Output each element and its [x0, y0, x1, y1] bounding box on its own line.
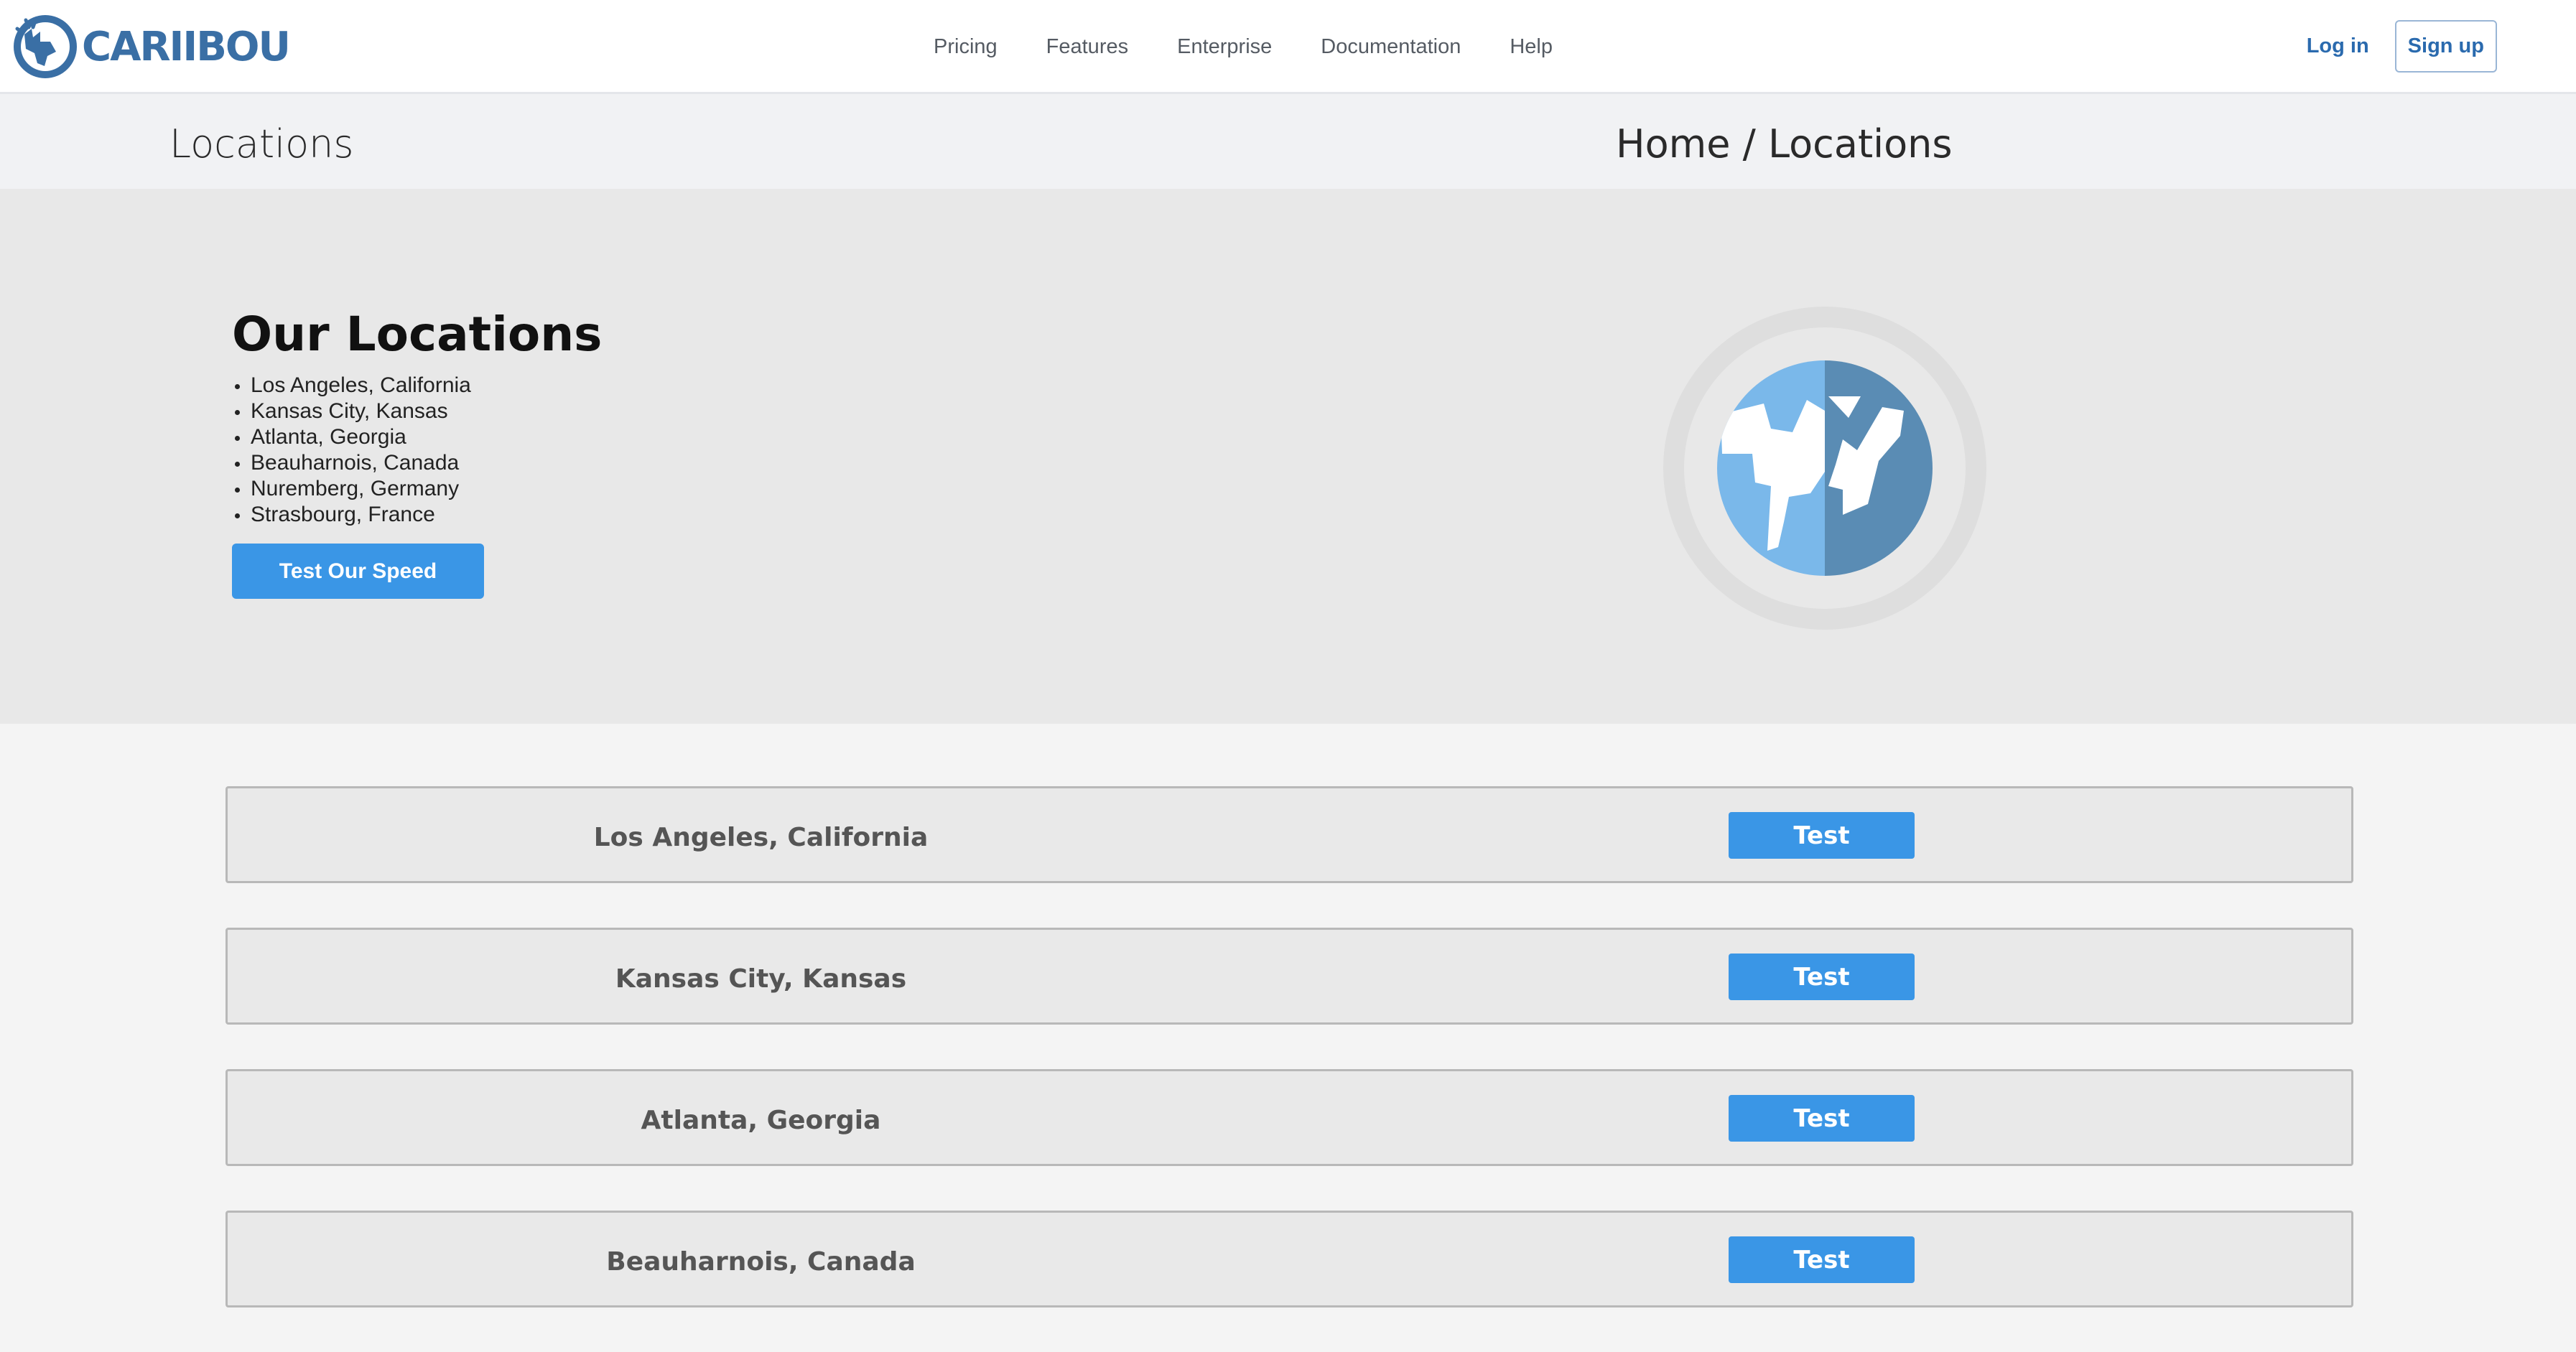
location-name: Atlanta, Georgia [641, 1106, 881, 1135]
nav-help[interactable]: Help [1510, 35, 1553, 59]
main-nav: Pricing Features Enterprise Documentatio… [934, 29, 1553, 65]
locations-list: Los Angeles, California Kansas City, Kan… [232, 373, 471, 528]
nav-features[interactable]: Features [1046, 35, 1128, 59]
list-item: Los Angeles, California [235, 373, 471, 397]
nav-pricing[interactable]: Pricing [934, 35, 998, 59]
nav-enterprise[interactable]: Enterprise [1177, 35, 1272, 59]
list-item: Nuremberg, Germany [235, 476, 471, 502]
nav-documentation[interactable]: Documentation [1321, 35, 1461, 59]
table-row: Atlanta, Georgia Test [225, 1069, 2353, 1166]
test-button[interactable]: Test [1729, 954, 1915, 1000]
table-row: Kansas City, Kansas Test [225, 928, 2353, 1025]
login-link[interactable]: Log in [2307, 34, 2369, 58]
test-button[interactable]: Test [1729, 1236, 1915, 1283]
test-button[interactable]: Test [1729, 1095, 1915, 1142]
logo[interactable]: CARIIBOU [11, 13, 291, 80]
brand-name: CARIIBOU [82, 23, 291, 70]
location-name: Los Angeles, California [593, 823, 929, 852]
table-row: Beauharnois, Canada Test [225, 1211, 2353, 1307]
list-item: Atlanta, Georgia [235, 424, 471, 450]
list-item: Strasbourg, France [235, 502, 471, 528]
location-name: Kansas City, Kansas [615, 964, 907, 994]
auth-links: Log in Sign up [2307, 20, 2497, 73]
signup-button[interactable]: Sign up [2394, 20, 2497, 73]
top-navbar: CARIIBOU Pricing Features Enterprise Doc… [0, 0, 2576, 94]
table-row: Los Angeles, California Test [225, 786, 2353, 883]
hero-section: Our Locations Los Angeles, California Ka… [0, 189, 2576, 724]
test-button[interactable]: Test [1729, 812, 1915, 859]
location-name: Beauharnois, Canada [606, 1247, 916, 1277]
breadcrumb: Home / Locations [1616, 121, 1953, 167]
hero-title: Our Locations [232, 307, 603, 362]
test-speed-button[interactable]: Test Our Speed [232, 544, 484, 599]
globe-icon [1663, 307, 1986, 630]
caribou-logo-icon [14, 15, 77, 78]
locations-table: Los Angeles, California Test Kansas City… [225, 786, 2353, 1352]
page-title: Locations [169, 121, 354, 167]
list-item: Kansas City, Kansas [235, 398, 471, 424]
list-item: Beauharnois, Canada [235, 450, 471, 476]
breadcrumb-band: Locations Home / Locations [0, 94, 2576, 189]
